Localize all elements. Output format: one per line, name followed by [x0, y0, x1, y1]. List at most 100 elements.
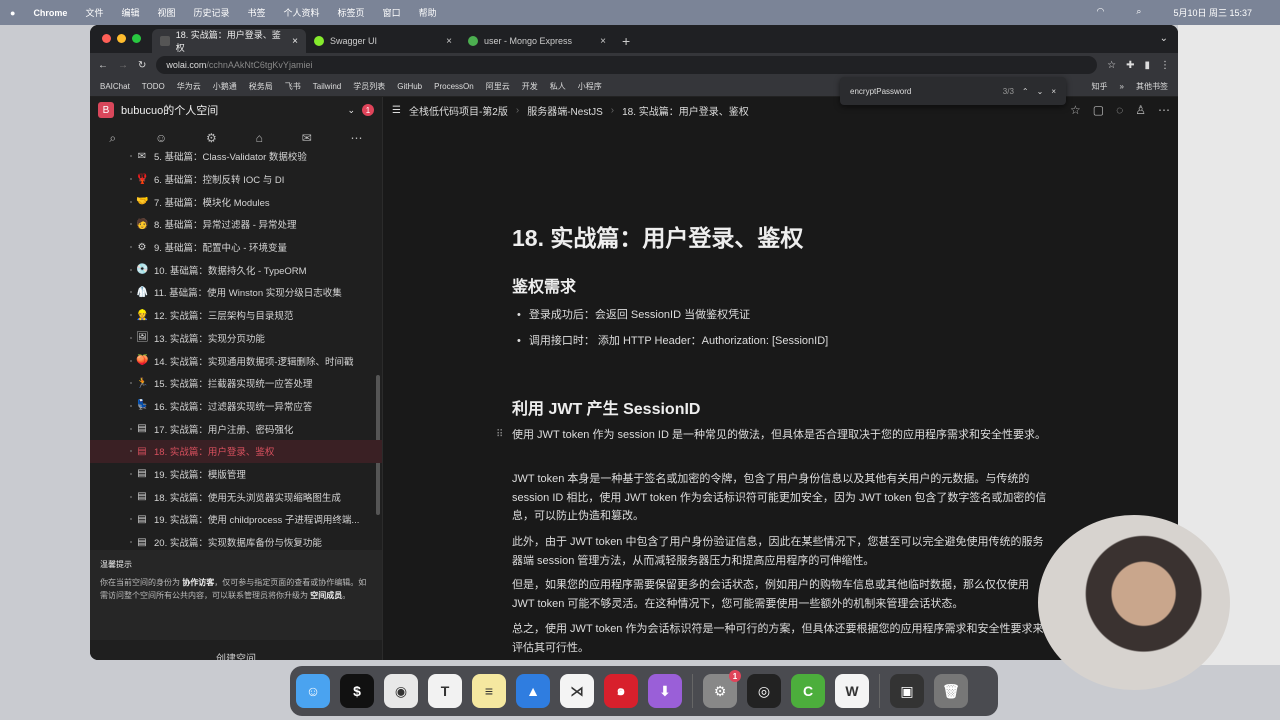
sidebar-page-item[interactable]: ✉ 5. 基础篇：Class-Validator 数据校验	[90, 145, 382, 168]
find-close-icon[interactable]: ×	[1051, 87, 1056, 96]
bookmark[interactable]: 小鹅通	[213, 81, 237, 92]
bookmark-folder[interactable]: 小程序	[578, 81, 602, 92]
dock-app-screen[interactable]: ▣	[890, 674, 924, 708]
sidebar-page-item[interactable]: 🥼 11. 基础篇：使用 Winston 实现分级日志收集	[90, 281, 382, 304]
bookmark[interactable]: 华为云	[177, 81, 201, 92]
sidebar-page-item[interactable]: ▤ 20. 实战篇：实现数据库备份与恢复功能	[90, 531, 382, 550]
reload-icon[interactable]: ↻	[138, 60, 146, 71]
dock-app-system-settings[interactable]: ⚙ 1	[703, 670, 741, 708]
tab-wolai[interactable]: 18. 实战篇：用户登录、鉴权 ×	[152, 29, 306, 53]
close-tab-icon[interactable]: ×	[292, 36, 298, 47]
more-icon[interactable]: ⋯	[1158, 103, 1170, 117]
close-window-button[interactable]	[102, 34, 111, 43]
sidebar-page-item[interactable]: ▤ 18. 实战篇：用户登录、鉴权	[90, 439, 382, 463]
sidebar-page-item[interactable]: ▤ 19. 实战篇：模版管理	[90, 463, 382, 486]
more-icon[interactable]: ⋯	[351, 131, 363, 145]
dock-app-notes[interactable]: ≡	[472, 674, 506, 708]
menu-tabs[interactable]: 标签页	[338, 6, 365, 19]
kebab-menu-icon[interactable]: ⋮	[1160, 60, 1170, 71]
user-icon[interactable]: ☺	[155, 131, 167, 145]
dock-app-downloader[interactable]: ⬇	[648, 674, 682, 708]
sidebar-page-item[interactable]: ▤ 17. 实战篇：用户注册、密码强化	[90, 417, 382, 440]
menu-file[interactable]: 文件	[85, 6, 103, 19]
app-menu[interactable]: Chrome	[33, 8, 67, 18]
apple-menu[interactable]: ●	[10, 8, 15, 18]
menu-view[interactable]: 视图	[157, 6, 175, 19]
forward-icon[interactable]: →	[118, 60, 128, 71]
extensions-icon[interactable]: ✚	[1126, 60, 1134, 71]
present-icon[interactable]: ▢	[1093, 103, 1104, 117]
dock-app-terminal[interactable]: $	[340, 674, 374, 708]
sidebar-page-item[interactable]: ⚙ 9. 基础篇：配置中心 - 环境变量	[90, 236, 382, 259]
bookmark-folder[interactable]: 其他书签	[1136, 81, 1168, 92]
tab-mongo[interactable]: user - Mongo Express ×	[460, 29, 614, 53]
dock-app-obs[interactable]: ◎	[747, 674, 781, 708]
tab-swagger[interactable]: Swagger UI ×	[306, 29, 460, 53]
find-next-icon[interactable]: ⌄	[1037, 87, 1044, 96]
menu-icon[interactable]: ☰	[392, 105, 401, 116]
sidebar-page-item[interactable]: 💺 16. 实战篇：过滤器实现统一异常应答	[90, 395, 382, 418]
sidebar-page-item[interactable]: 💿 10. 基础篇：数据持久化 - TypeORM	[90, 258, 382, 281]
sidebar-page-item[interactable]: 🧑 8. 基础篇：异常过滤器 - 异常处理	[90, 213, 382, 236]
dock-app-trash[interactable]: 🗑	[934, 674, 968, 708]
dock-app-vscode[interactable]: ⋊	[560, 674, 594, 708]
sidebar-page-item[interactable]: ▤ 18. 实战篇：使用无头浏览器实现缩略图生成	[90, 485, 382, 508]
wifi-icon[interactable]: ◠	[1097, 6, 1105, 19]
sidebar-page-item[interactable]: 👷 12. 实战篇：三层架构与目录规范	[90, 304, 382, 327]
sidebar-page-item[interactable]: ▤ 19. 实战篇：使用 childprocess 子进程调用终端...	[90, 508, 382, 531]
dock-app-finder[interactable]: ☺	[296, 674, 330, 708]
breadcrumb-item[interactable]: 全栈低代码项目-第2版	[409, 103, 508, 118]
menu-edit[interactable]: 编辑	[121, 6, 139, 19]
sidebar-page-item[interactable]: 🦞 6. 基础篇：控制反转 IOC 与 DI	[90, 168, 382, 191]
search-icon[interactable]: ⌕	[1136, 6, 1141, 19]
menu-help[interactable]: 帮助	[419, 6, 437, 19]
dock-app-wps[interactable]: W	[835, 674, 869, 708]
address-bar[interactable]: wolai.com/cchnAAkNtC6tgKvYjamiei	[156, 56, 1098, 74]
bookmark[interactable]: TODO	[142, 82, 165, 91]
favorite-icon[interactable]: ☆	[1070, 103, 1081, 117]
bookmark[interactable]: 税务局	[249, 81, 273, 92]
new-tab-button[interactable]: +	[614, 29, 644, 53]
sidebar-page-item[interactable]: 🍑 14. 实战篇：实现通用数据项-逻辑删除、时间戳	[90, 349, 382, 372]
inbox-icon[interactable]: ✉	[302, 131, 312, 145]
minimize-window-button[interactable]	[117, 34, 126, 43]
create-space-button[interactable]: 创建空间	[90, 640, 382, 660]
dock-app-camtasia[interactable]: C	[791, 674, 825, 708]
breadcrumb-item[interactable]: 18. 实战篇：用户登录、鉴权	[622, 103, 749, 118]
sidebar-page-item[interactable]: 🤝 7. 基础篇：模块化 Modules	[90, 190, 382, 213]
dock-app-chrome[interactable]: ◉	[384, 674, 418, 708]
space-name[interactable]: bubucuo的个人空间	[121, 102, 218, 118]
dock-app-typora[interactable]: T	[428, 674, 462, 708]
menu-bookmarks[interactable]: 书签	[248, 6, 266, 19]
bookmark[interactable]: Tailwind	[313, 82, 341, 91]
find-prev-icon[interactable]: ⌃	[1022, 87, 1029, 96]
dock-app-keynote[interactable]: ▲	[516, 674, 550, 708]
close-tab-icon[interactable]: ×	[600, 36, 606, 47]
breadcrumb-item[interactable]: 服务器端-NestJS	[527, 103, 603, 118]
bookmark[interactable]: GitHub	[397, 82, 422, 91]
dock-app-netease-music[interactable]: ๑	[604, 674, 638, 708]
chevron-down-icon[interactable]: ⌄	[347, 105, 355, 116]
bookmark[interactable]: 知乎	[1092, 81, 1108, 92]
search-icon[interactable]: ⌕	[109, 131, 116, 146]
close-tab-icon[interactable]: ×	[446, 36, 452, 47]
sidebar-page-item[interactable]: 🏃 15. 实战篇：拦截器实现统一应答处理	[90, 372, 382, 395]
bookmark[interactable]: 学员列表	[353, 81, 385, 92]
menu-profiles[interactable]: 个人资料	[284, 6, 320, 19]
sidebar-page-item[interactable]: 🖼 13. 实战篇：实现分页功能	[90, 327, 382, 350]
comment-icon[interactable]: ◌	[1116, 103, 1123, 117]
bookmark[interactable]: BAIChat	[100, 82, 130, 91]
settings-icon[interactable]: ⚙	[206, 131, 217, 145]
back-icon[interactable]: ←	[98, 60, 108, 71]
home-icon[interactable]: ⌂	[256, 131, 263, 145]
clock[interactable]: 5月10日 周三 15:37	[1173, 6, 1252, 19]
notification-badge[interactable]: 1	[362, 104, 374, 116]
find-input[interactable]: encryptPassword	[850, 87, 995, 96]
menu-history[interactable]: 历史记录	[194, 6, 230, 19]
bookmark-folder[interactable]: 私人	[550, 81, 566, 92]
menu-window[interactable]: 窗口	[383, 6, 401, 19]
zoom-window-button[interactable]	[132, 34, 141, 43]
sidepanel-icon[interactable]: ▮	[1144, 60, 1150, 71]
bookmark-star-icon[interactable]: ☆	[1107, 60, 1116, 71]
share-user-icon[interactable]: ♙	[1135, 103, 1146, 117]
